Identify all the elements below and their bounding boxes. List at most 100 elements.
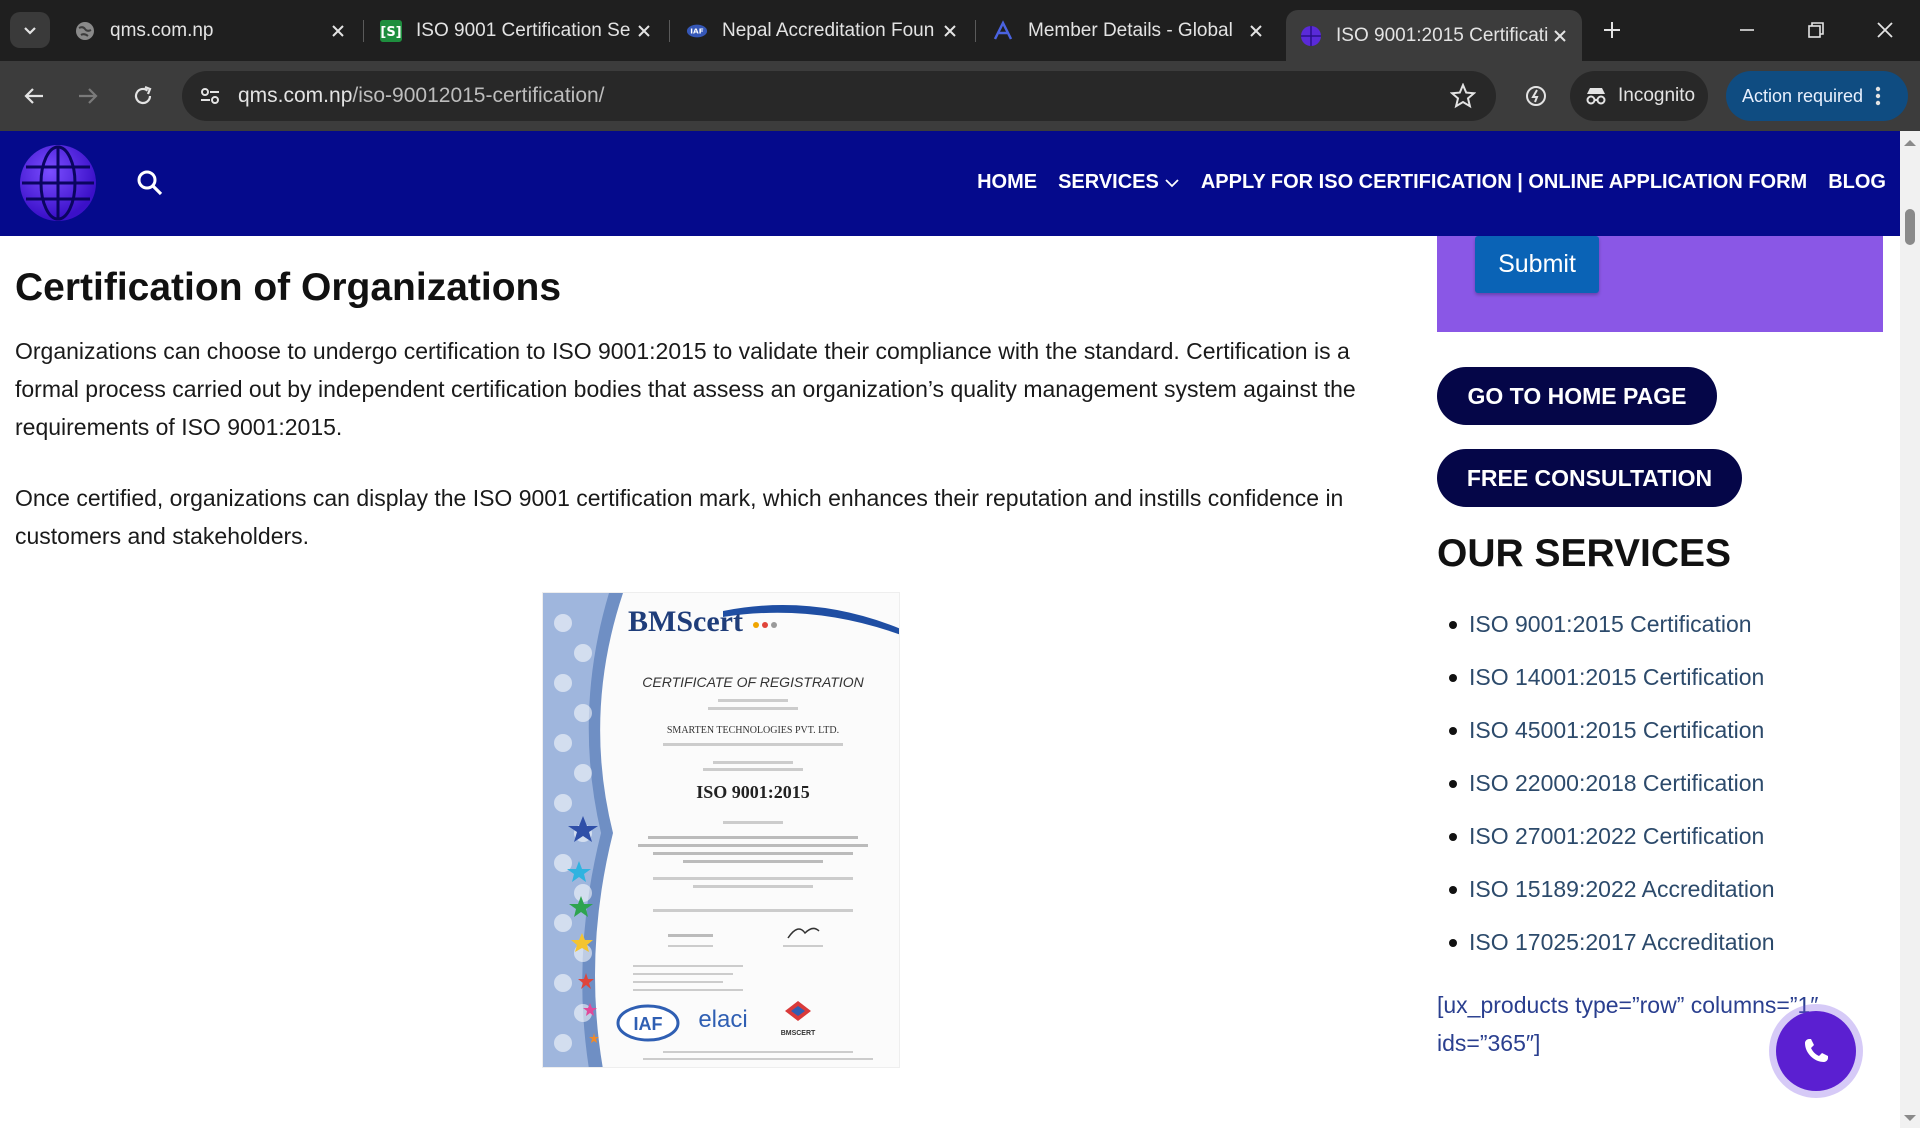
back-button[interactable]	[16, 78, 52, 114]
a-favicon-icon	[992, 20, 1014, 42]
service-iso-9001[interactable]: ISO 9001:2015 Certification	[1437, 598, 1897, 651]
tab-title: Member Details - Global	[1028, 20, 1233, 41]
bullet	[1449, 885, 1457, 894]
certificate-standard: ISO 9001:2015	[696, 782, 810, 802]
certificate-graphic: BMScert CERTIFICATE OF REGISTRATION SMAR…	[543, 593, 899, 1067]
service-link[interactable]: ISO 15189:2022 Accreditation	[1469, 876, 1775, 903]
action-required-button[interactable]: Action required	[1726, 71, 1908, 121]
new-tab-button[interactable]	[1589, 10, 1635, 50]
site-settings-icon[interactable]	[198, 84, 222, 113]
nav-services-label: SERVICES	[1058, 171, 1159, 193]
restore-button[interactable]	[1793, 10, 1839, 50]
url-domain: qms.com.np	[238, 84, 353, 107]
service-link[interactable]: ISO 9001:2015 Certification	[1469, 611, 1752, 638]
performance-button[interactable]	[1518, 78, 1554, 114]
reload-icon	[134, 85, 152, 105]
service-link[interactable]: ISO 45001:2015 Certification	[1469, 717, 1764, 744]
call-button[interactable]	[1776, 1011, 1856, 1091]
certificate-brand: BMScert	[628, 605, 743, 638]
service-link[interactable]: ISO 14001:2015 Certification	[1469, 664, 1764, 691]
tab-search-button[interactable]	[10, 12, 50, 48]
close-tab-icon[interactable]	[1548, 24, 1572, 48]
scroll-up-arrow-icon[interactable]	[1900, 135, 1920, 151]
close-window-button[interactable]	[1862, 10, 1908, 50]
nav-blog[interactable]: BLOG	[1828, 171, 1886, 194]
search-icon[interactable]	[136, 169, 164, 202]
submit-button[interactable]: Submit	[1475, 236, 1599, 293]
arrow-right-icon	[79, 88, 98, 104]
scroll-down-arrow-icon[interactable]	[1900, 1110, 1920, 1126]
service-link[interactable]: ISO 27001:2022 Certification	[1469, 823, 1764, 850]
free-consultation-button[interactable]: FREE CONSULTATION	[1437, 449, 1742, 507]
service-link[interactable]: ISO 17025:2017 Accreditation	[1469, 929, 1775, 956]
browser-tab-bar: qms.com.np [S] ISO 9001 Certification Se…	[0, 0, 1920, 61]
minimize-button[interactable]	[1724, 10, 1770, 50]
section-heading: Certification of Organizations	[15, 266, 562, 309]
bookmark-star-icon[interactable]	[1449, 82, 1477, 114]
scrollbar-thumb[interactable]	[1905, 209, 1915, 245]
bullet	[1449, 620, 1457, 629]
paragraph-certified: Once certified, organizations can displa…	[15, 485, 1344, 549]
tab-title: qms.com.np	[110, 20, 214, 41]
close-tab-icon[interactable]	[1244, 19, 1268, 43]
bullet	[1449, 832, 1457, 841]
site-logo[interactable]	[20, 145, 96, 221]
address-bar[interactable]: qms.com.np/iso-90012015-certification/	[182, 71, 1496, 121]
tab-nepal-accreditation[interactable]: IAF Nepal Accreditation Foun	[672, 10, 972, 52]
iaf-favicon-icon: IAF	[686, 20, 708, 42]
tab-qms[interactable]: qms.com.np	[60, 10, 360, 52]
bullet	[1449, 779, 1457, 788]
go-to-home-page-button[interactable]: GO TO HOME PAGE	[1437, 367, 1717, 425]
paragraph-certification: Organizations can choose to undergo cert…	[15, 338, 1356, 440]
nav-services[interactable]: SERVICES	[1058, 171, 1180, 194]
url-text[interactable]: qms.com.np/iso-90012015-certification/	[238, 84, 605, 108]
chevron-down-icon	[1165, 178, 1179, 187]
close-tab-icon[interactable]	[938, 19, 962, 43]
tab-separator	[363, 20, 364, 42]
globe-icon	[74, 20, 96, 42]
certificate-title: CERTIFICATE OF REGISTRATION	[642, 674, 864, 690]
certificate-image: BMScert CERTIFICATE OF REGISTRATION SMAR…	[542, 592, 900, 1068]
close-tab-icon[interactable]	[326, 19, 350, 43]
speedometer-icon	[1526, 86, 1546, 106]
tab-member-details[interactable]: Member Details - Global	[978, 10, 1278, 52]
close-icon	[1877, 22, 1893, 38]
tab-iso-services[interactable]: [S] ISO 9001 Certification Se	[366, 10, 666, 52]
s-favicon-icon: [S]	[380, 20, 402, 42]
browser-toolbar: qms.com.np/iso-90012015-certification/ I…	[0, 61, 1920, 131]
nav-home[interactable]: HOME	[977, 171, 1037, 194]
service-iso-15189[interactable]: ISO 15189:2022 Accreditation	[1437, 863, 1897, 916]
service-link[interactable]: ISO 22000:2018 Certification	[1469, 770, 1764, 797]
close-tab-icon[interactable]	[632, 19, 656, 43]
action-required-label: Action required	[1742, 85, 1864, 106]
our-services-heading: OUR SERVICES	[1437, 532, 1732, 575]
forward-button[interactable]	[70, 78, 106, 114]
tab-iso-9001-active[interactable]: ISO 9001:2015 Certificatio	[1286, 10, 1582, 61]
url-path: /iso-90012015-certification/	[352, 84, 605, 107]
chevron-down-icon	[24, 27, 36, 35]
service-iso-17025[interactable]: ISO 17025:2017 Accreditation	[1437, 916, 1897, 969]
bmscert-logo-text: BMSCERT	[781, 1030, 816, 1037]
incognito-icon	[1584, 85, 1608, 107]
service-iso-27001[interactable]: ISO 27001:2022 Certification	[1437, 810, 1897, 863]
site-header: HOME SERVICES APPLY FOR ISO CERTIFICATIO…	[0, 131, 1900, 236]
incognito-label: Incognito	[1618, 85, 1696, 106]
reload-button[interactable]	[125, 78, 161, 114]
service-iso-22000[interactable]: ISO 22000:2018 Certification	[1437, 757, 1897, 810]
plus-icon	[1604, 22, 1620, 38]
bullet	[1449, 673, 1457, 682]
service-iso-14001[interactable]: ISO 14001:2015 Certification	[1437, 651, 1897, 704]
tab-title: ISO 9001:2015 Certificatio	[1336, 24, 1548, 46]
nav-apply[interactable]: APPLY FOR ISO CERTIFICATION | ONLINE APP…	[1201, 171, 1807, 194]
elaci-logo-text: elaci	[698, 1006, 747, 1033]
tab-title: Nepal Accreditation Foun	[722, 20, 935, 41]
incognito-chip[interactable]: Incognito	[1570, 71, 1708, 121]
tab-separator	[669, 20, 670, 42]
site-favicon-icon	[1300, 25, 1322, 47]
iaf-logo-text: IAF	[634, 1014, 663, 1034]
tab-title: ISO 9001 Certification Se	[416, 20, 631, 41]
service-iso-45001[interactable]: ISO 45001:2015 Certification	[1437, 704, 1897, 757]
phone-icon	[1805, 1039, 1828, 1062]
page-scrollbar[interactable]	[1900, 131, 1920, 1128]
main-navigation: HOME SERVICES APPLY FOR ISO CERTIFICATIO…	[956, 171, 1886, 194]
